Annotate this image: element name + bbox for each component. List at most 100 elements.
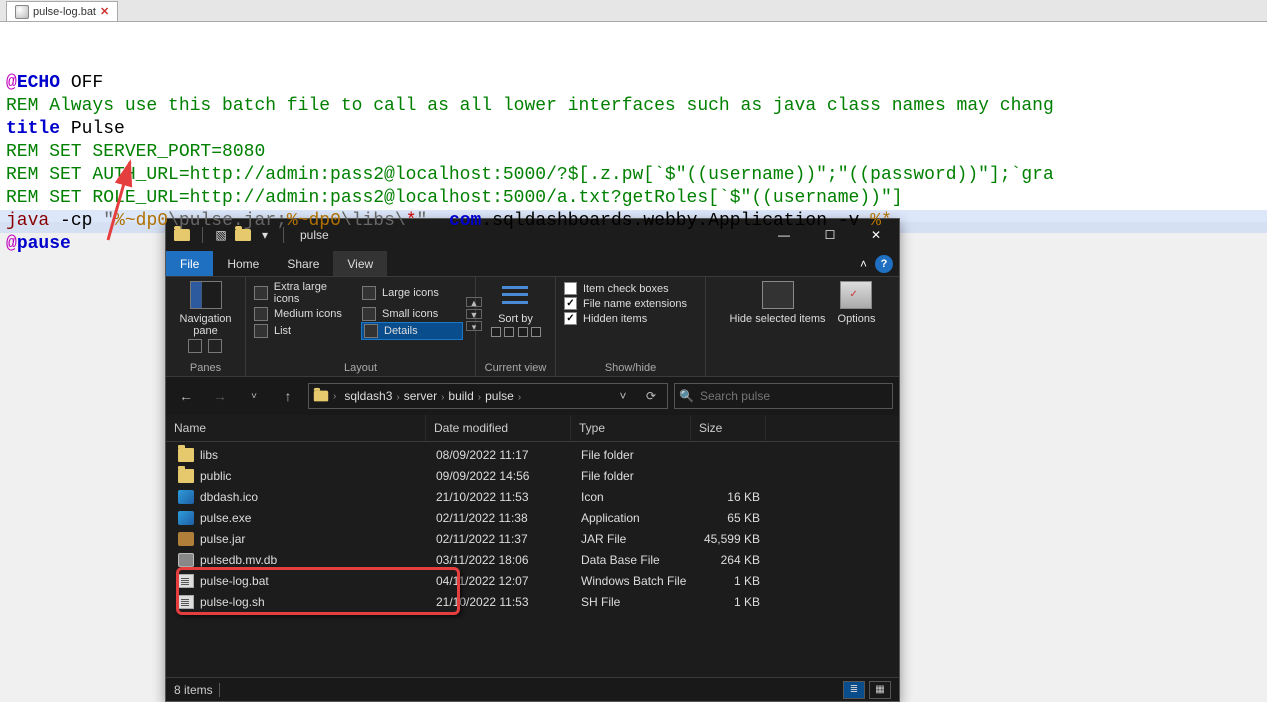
layout-option[interactable]: Extra large icons xyxy=(254,281,354,305)
hidden-items-checkbox[interactable]: ✓ Hidden items xyxy=(564,311,697,326)
col-name[interactable]: Name xyxy=(166,415,426,441)
refresh-icon[interactable]: ⟳ xyxy=(639,384,663,408)
bat-icon xyxy=(178,574,194,588)
file-name: pulse-log.bat xyxy=(200,574,269,588)
options-icon: ✓ xyxy=(840,281,872,309)
layout-option[interactable]: Details xyxy=(362,323,462,339)
file-name: public xyxy=(200,469,231,483)
checkbox-icon: ✓ xyxy=(564,297,577,310)
code-line[interactable]: @pause xyxy=(6,233,1261,256)
file-row[interactable]: pulse-log.bat04/11/2022 12:07Windows Bat… xyxy=(166,570,899,591)
layout-icon xyxy=(254,307,268,321)
db-icon xyxy=(178,553,194,567)
tab-title: pulse-log.bat xyxy=(33,6,96,18)
sh-icon xyxy=(178,595,194,609)
file-name: pulse.jar xyxy=(200,532,245,546)
breadcrumb-box[interactable]: › sqldash3›server›build›pulse› ˅ ⟳ xyxy=(308,383,668,409)
editor-tab[interactable]: pulse-log.bat ✕ xyxy=(6,1,118,21)
dropdown-icon[interactable]: ˅ xyxy=(611,384,635,408)
ribbon: Navigation pane Panes Extra large iconsL… xyxy=(166,277,899,377)
icons-view-icon[interactable]: ▦ xyxy=(869,681,891,699)
layout-icon xyxy=(362,307,376,321)
item-check-boxes-checkbox[interactable]: Item check boxes xyxy=(564,281,697,296)
layout-icon xyxy=(254,286,268,300)
file-name: dbdash.ico xyxy=(200,490,258,504)
back-button[interactable]: ← xyxy=(172,382,200,410)
breadcrumb-item[interactable]: server xyxy=(400,389,441,403)
file-row[interactable]: pulse.exe02/11/2022 11:38Application65 K… xyxy=(166,507,899,528)
details-view-icon[interactable]: ≣ xyxy=(843,681,865,699)
editor-tab-bar: pulse-log.bat ✕ xyxy=(0,0,1267,22)
sort-icon xyxy=(499,281,531,309)
status-bar: 8 items ≣ ▦ xyxy=(166,677,899,701)
file-row[interactable]: dbdash.ico21/10/2022 11:53Icon16 KB xyxy=(166,486,899,507)
file-size: 45,599 KB xyxy=(693,532,768,546)
layout-icon xyxy=(254,324,268,338)
collapse-ribbon-icon[interactable]: ˄ xyxy=(860,257,867,271)
file-row[interactable]: libs08/09/2022 11:17File folder xyxy=(166,444,899,465)
chevron-right-icon[interactable]: › xyxy=(333,391,336,402)
layout-option[interactable]: List xyxy=(254,323,354,339)
file-type: File folder xyxy=(573,469,693,483)
col-type[interactable]: Type xyxy=(571,415,691,441)
file-name: libs xyxy=(200,448,218,462)
file-type: Data Base File xyxy=(573,553,693,567)
file-size: 264 KB xyxy=(693,553,768,567)
forward-button[interactable]: → xyxy=(206,382,234,410)
filename-extensions-checkbox[interactable]: ✓ File name extensions xyxy=(564,296,697,311)
file-date: 02/11/2022 11:37 xyxy=(428,532,573,546)
up-button[interactable]: ↑ xyxy=(274,382,302,410)
code-line[interactable]: REM SET AUTH_URL=http://admin:pass2@loca… xyxy=(6,164,1261,187)
layout-option[interactable]: Medium icons xyxy=(254,307,354,321)
file-type: JAR File xyxy=(573,532,693,546)
file-date: 04/11/2022 12:07 xyxy=(428,574,573,588)
details-pane-icon[interactable] xyxy=(208,339,222,353)
file-name: pulse-log.sh xyxy=(200,595,265,609)
chevron-right-icon[interactable]: › xyxy=(518,392,521,403)
file-row[interactable]: pulse.jar 02/11/2022 11:37JAR File45,599 … xyxy=(166,528,899,549)
file-name: pulsedb.mv.db xyxy=(200,553,277,567)
breadcrumb-item[interactable]: sqldash3 xyxy=(340,389,396,403)
code-line[interactable]: REM Always use this batch file to call a… xyxy=(6,95,1261,118)
col-size[interactable]: Size xyxy=(691,415,766,441)
file-size: 16 KB xyxy=(693,490,768,504)
layout-option[interactable]: Large icons xyxy=(362,281,462,305)
file-date: 08/09/2022 11:17 xyxy=(428,448,573,462)
navigation-pane-button[interactable]: Navigation pane xyxy=(182,281,230,337)
code-line[interactable]: REM SET SERVER_PORT=8080 xyxy=(6,141,1261,164)
breadcrumb-item[interactable]: pulse xyxy=(481,389,518,403)
file-date: 02/11/2022 11:38 xyxy=(428,511,573,525)
file-date: 21/10/2022 11:53 xyxy=(428,595,573,609)
file-name: pulse.exe xyxy=(200,511,251,525)
ico-icon xyxy=(178,490,194,504)
file-row[interactable]: pulse-log.sh21/10/2022 11:53SH File1 KB xyxy=(166,591,899,612)
preview-pane-icon[interactable] xyxy=(188,339,202,353)
file-list-area: Name Date modified Type Size libs 08/09/2… xyxy=(166,415,899,677)
help-icon[interactable]: ? xyxy=(875,255,893,273)
file-row[interactable]: pulsedb.mv.db03/11/2022 18:06Data Base F… xyxy=(166,549,899,570)
sort-by-button[interactable]: Sort by xyxy=(498,281,533,325)
code-line[interactable]: java -cp "%~dp0\pulse.jar;%~dp0\libs\*" … xyxy=(6,210,1261,233)
column-headers[interactable]: Name Date modified Type Size xyxy=(166,415,899,442)
folder-icon xyxy=(178,448,194,462)
code-editor[interactable]: @ECHO OFFREM Always use this batch file … xyxy=(0,22,1267,222)
search-icon: 🔍 xyxy=(679,389,694,403)
breadcrumb-item[interactable]: build xyxy=(444,389,477,403)
folder-icon xyxy=(178,469,194,483)
exe-icon xyxy=(178,511,194,525)
bat-file-icon xyxy=(15,5,29,19)
file-row[interactable]: public09/09/2022 14:56File folder xyxy=(166,465,899,486)
col-date[interactable]: Date modified xyxy=(426,415,571,441)
navigation-pane-icon xyxy=(190,281,222,309)
code-line[interactable]: REM SET ROLE_URL=http://admin:pass2@loca… xyxy=(6,187,1261,210)
code-line[interactable]: title Pulse xyxy=(6,118,1261,141)
search-box[interactable]: 🔍 xyxy=(674,383,893,409)
options-button[interactable]: ✓ Options xyxy=(838,281,876,374)
layout-option[interactable]: Small icons xyxy=(362,307,462,321)
hide-selected-button[interactable]: Hide selected items xyxy=(730,281,826,374)
status-text: 8 items xyxy=(174,683,213,697)
recent-dropdown-icon[interactable]: ˅ xyxy=(240,382,268,410)
close-icon[interactable]: ✕ xyxy=(100,5,109,18)
search-input[interactable] xyxy=(700,389,888,403)
code-line[interactable]: @ECHO OFF xyxy=(6,72,1261,95)
